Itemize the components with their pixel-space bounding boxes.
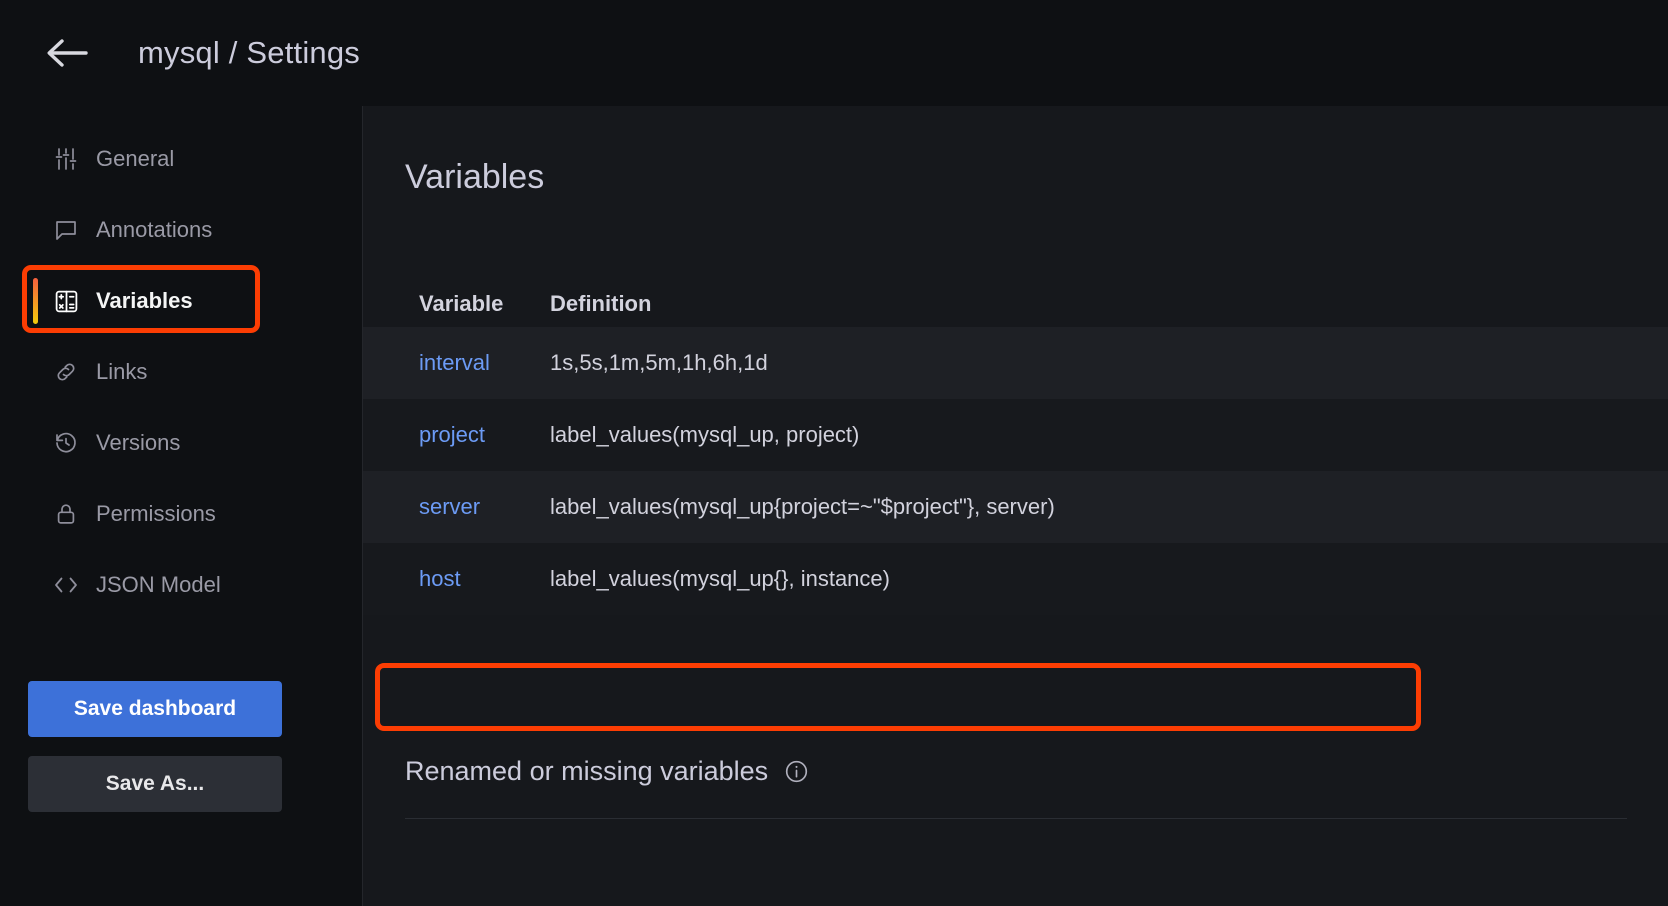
save-dashboard-button[interactable]: Save dashboard xyxy=(28,681,282,737)
link-icon xyxy=(52,358,80,386)
dashboard-settings-page: mysql / Settings General Annotations Var… xyxy=(0,0,1668,906)
annotation-box-host-row xyxy=(375,663,1421,731)
section-divider xyxy=(405,818,1627,819)
sidebar-item-versions[interactable]: Versions xyxy=(0,418,362,468)
section-title: Renamed or missing variables xyxy=(405,756,769,786)
variable-definition: label_values(mysql_up{project=~"$project… xyxy=(550,494,1055,519)
variable-definition: label_values(mysql_up{}, instance) xyxy=(550,566,890,591)
sliders-icon xyxy=(52,145,80,173)
table-row[interactable]: server label_values(mysql_up{project=~"$… xyxy=(363,471,1668,543)
sidebar-item-label: Versions xyxy=(96,430,181,455)
lock-icon xyxy=(52,500,80,528)
sidebar-item-general[interactable]: General xyxy=(0,134,362,184)
column-header-variable: Variable xyxy=(419,291,504,316)
table-row[interactable]: interval 1s,5s,1m,5m,1h,6h,1d xyxy=(363,327,1668,399)
sidebar-item-links[interactable]: Links xyxy=(0,347,362,397)
calculator-icon xyxy=(52,287,80,315)
renamed-missing-variables-section: Renamed or missing variables xyxy=(405,756,809,787)
sidebar-item-permissions[interactable]: Permissions xyxy=(0,489,362,539)
comment-icon xyxy=(52,216,80,244)
arrow-left-icon[interactable] xyxy=(44,30,90,76)
sidebar-item-json-model[interactable]: JSON Model xyxy=(0,560,362,610)
page-title: Variables xyxy=(405,158,545,196)
variable-name-link[interactable]: interval xyxy=(419,350,550,376)
breadcrumb: mysql / Settings xyxy=(138,35,361,70)
info-circle-icon[interactable] xyxy=(784,759,809,784)
sidebar-item-variables[interactable]: Variables xyxy=(0,276,362,326)
sidebar-item-label: General xyxy=(96,146,175,171)
variable-name-link[interactable]: server xyxy=(419,494,550,520)
sidebar-actions: Save dashboard Save As... xyxy=(28,681,282,812)
table-row[interactable]: project label_values(mysql_up, project) xyxy=(363,399,1668,471)
variable-name-link[interactable]: project xyxy=(419,422,550,448)
table-header-row: Variable Definition xyxy=(363,281,1668,327)
sidebar-item-label: Annotations xyxy=(96,217,213,242)
table-row[interactable]: host label_values(mysql_up{}, instance) xyxy=(363,543,1668,615)
variable-name-link[interactable]: host xyxy=(419,566,550,592)
sidebar-item-label: Permissions xyxy=(96,501,216,526)
sidebar-item-label: JSON Model xyxy=(96,572,221,597)
variable-definition: 1s,5s,1m,5m,1h,6h,1d xyxy=(550,350,768,375)
variables-table: Variable Definition interval 1s,5s,1m,5m… xyxy=(363,281,1668,615)
settings-nav-list: General Annotations Variables Links Vers… xyxy=(0,134,362,610)
sidebar-item-label: Variables xyxy=(96,288,193,313)
page-header: mysql / Settings xyxy=(0,0,1668,106)
column-header-definition: Definition xyxy=(550,291,652,316)
save-as-button[interactable]: Save As... xyxy=(28,756,282,812)
sidebar-item-annotations[interactable]: Annotations xyxy=(0,205,362,255)
sidebar-item-label: Links xyxy=(96,359,148,384)
variable-definition: label_values(mysql_up, project) xyxy=(550,422,860,447)
settings-sidebar: General Annotations Variables Links Vers… xyxy=(0,106,362,906)
code-icon xyxy=(52,571,80,599)
history-icon xyxy=(52,429,80,457)
settings-content: Variables Variable Definition interval 1… xyxy=(362,106,1668,906)
